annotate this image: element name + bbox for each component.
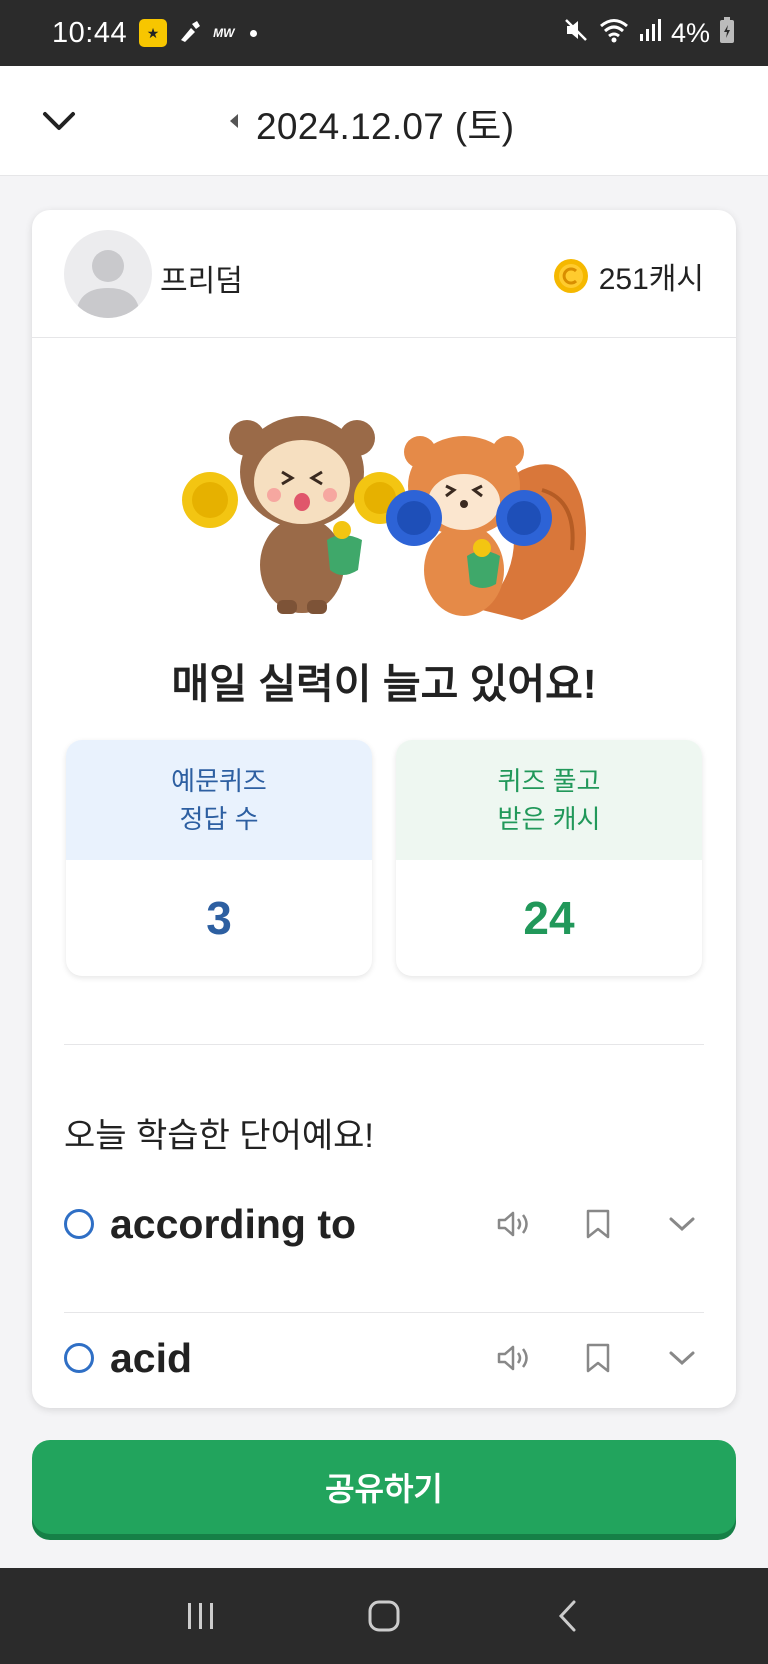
chevron-down-icon[interactable] — [660, 1202, 704, 1246]
stat-correct-answers: 예문퀴즈 정답 수 3 — [66, 740, 372, 976]
status-bar: 10:44 ★ MW 4% — [0, 0, 768, 66]
word-actions — [452, 1202, 704, 1246]
battery-icon — [720, 16, 734, 50]
speaker-icon[interactable] — [492, 1336, 536, 1380]
word-text: acid — [110, 1334, 193, 1381]
word-row[interactable]: acid — [64, 1308, 704, 1408]
daily-report-card: 프리덤 251캐시 매일 실력이 늘고 있어요! 예문퀴즈 정답 수 3 퀴즈 … — [32, 210, 736, 1408]
bookmark-icon[interactable] — [576, 1202, 620, 1246]
stat-header: 예문퀴즈 정답 수 — [66, 740, 372, 860]
bookmark-icon[interactable] — [576, 1336, 620, 1380]
mascot-cheering-illustration — [182, 416, 586, 620]
chevron-down-icon — [43, 112, 75, 130]
chevron-down-icon[interactable] — [660, 1336, 704, 1380]
wifi-icon — [599, 17, 629, 50]
stat-header: 퀴즈 풀고 받은 캐시 — [396, 740, 702, 860]
word-text: according to — [110, 1200, 357, 1247]
collapse-button[interactable] — [34, 96, 84, 146]
caret-left-icon — [230, 114, 238, 128]
stat-value: 3 — [206, 892, 232, 944]
word-actions — [452, 1336, 704, 1380]
home-icon[interactable] — [354, 1586, 414, 1646]
back-icon[interactable] — [537, 1586, 597, 1646]
recent-apps-icon[interactable] — [171, 1586, 231, 1646]
cash-amount: 251캐시 — [598, 263, 704, 296]
stat-earned-cash: 퀴즈 풀고 받은 캐시 24 — [396, 740, 702, 976]
tool-icon — [177, 18, 203, 49]
status-time: 10:44 — [52, 16, 128, 49]
signal-icon — [639, 18, 661, 49]
mute-icon — [563, 17, 589, 50]
date-header: 2024.12.07 (토) — [0, 66, 768, 176]
stat-label: 퀴즈 풀고 받은 캐시 — [497, 766, 601, 834]
circle-mark-icon — [64, 1343, 94, 1373]
status-right-icons: 4% — [563, 16, 734, 50]
monkey-mascot-icon — [229, 416, 375, 614]
system-nav-bar — [0, 1568, 768, 1664]
status-mw-label: MW — [213, 26, 235, 40]
speaker-icon[interactable] — [492, 1202, 536, 1246]
headline: 매일 실력이 늘고 있어요! — [171, 661, 597, 707]
status-notification-icons: ★ MW — [139, 18, 258, 49]
coin-icon — [553, 259, 588, 293]
stat-value: 24 — [523, 892, 575, 944]
word-row[interactable]: according to — [64, 1174, 704, 1274]
cash-balance: 251캐시 — [553, 254, 704, 298]
section-divider — [64, 1044, 704, 1045]
section-title: 오늘 학습한 단어예요! — [64, 1117, 374, 1155]
avatar — [64, 230, 152, 318]
date-title: 2024.12.07 (토) — [256, 106, 515, 147]
notification-dot-icon — [250, 29, 258, 37]
kb-app-icon: ★ — [139, 19, 168, 47]
profile-row: 프리덤 251캐시 — [32, 210, 736, 338]
previous-date-button[interactable] — [222, 106, 246, 136]
stat-label: 예문퀴즈 정답 수 — [171, 766, 267, 834]
circle-mark-icon — [64, 1209, 94, 1239]
battery-percent: 4% — [670, 17, 710, 48]
share-button[interactable]: 공유하기 — [32, 1440, 736, 1534]
username: 프리덤 — [160, 265, 243, 298]
